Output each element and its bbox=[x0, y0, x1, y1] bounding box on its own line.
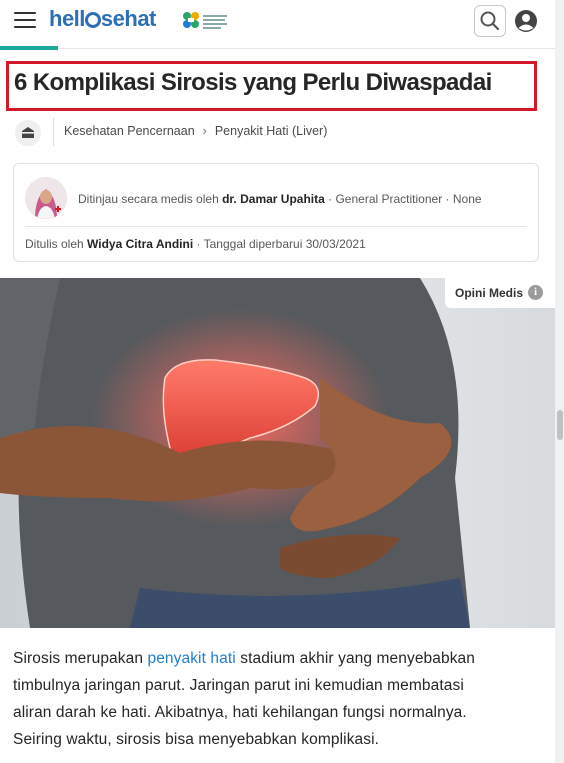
chevron-right-icon: › bbox=[202, 124, 207, 138]
reviewer-avatar-image bbox=[25, 177, 67, 219]
hellosehat-logo[interactable]: hell sehat bbox=[49, 6, 156, 32]
opini-medis-badge[interactable]: Opini Medis i bbox=[445, 278, 555, 308]
user-profile-icon[interactable] bbox=[514, 9, 538, 33]
writer-name-link[interactable]: Widya Citra Andini bbox=[87, 237, 193, 251]
body-line-1: Sirosis merupakan penyakit hati stadium … bbox=[13, 650, 475, 667]
header-divider bbox=[58, 48, 555, 49]
body-line-4: Seiring waktu, sirosis bisa menyebabkan … bbox=[13, 731, 380, 748]
search-icon bbox=[480, 11, 500, 31]
medical-reviewer-line: Ditinjau secara medis oleh dr. Damar Upa… bbox=[78, 192, 482, 206]
breadcrumb: Kesehatan Pencernaan › Penyakit Hati (Live… bbox=[64, 124, 327, 138]
search-button[interactable] bbox=[474, 5, 506, 37]
scrollbar-thumb[interactable] bbox=[557, 410, 563, 440]
info-icon[interactable]: i bbox=[528, 285, 543, 300]
page-title: 6 Komplikasi Sirosis yang Perlu Diwaspad… bbox=[14, 69, 492, 96]
body-line-2: timbulnya jaringan parut. Jaringan parut… bbox=[13, 677, 464, 694]
card-divider bbox=[25, 226, 527, 227]
scrollbar[interactable] bbox=[555, 0, 564, 763]
penyakit-hati-link[interactable]: penyakit hati bbox=[147, 650, 235, 667]
digestive-category-icon[interactable] bbox=[15, 120, 41, 146]
avatar[interactable] bbox=[25, 177, 67, 219]
breadcrumb-item-penyakit-hati[interactable]: Penyakit Hati (Liver) bbox=[215, 124, 328, 138]
breadcrumb-separator-line bbox=[53, 118, 54, 146]
header-accent-bar bbox=[0, 46, 58, 50]
article-body: Sirosis merupakan penyakit hati stadium … bbox=[13, 645, 543, 753]
kementerian-kesehatan-logo bbox=[183, 12, 227, 29]
writer-line: Ditulis oleh Widya Citra Andini · Tangga… bbox=[25, 237, 366, 251]
reviewer-name-link[interactable]: dr. Damar Upahita bbox=[222, 192, 325, 206]
breadcrumb-item-kesehatan-pencernaan[interactable]: Kesehatan Pencernaan bbox=[64, 124, 195, 138]
body-line-3: aliran darah ke hati. Akibatnya, hati ke… bbox=[13, 704, 467, 721]
site-header: hell sehat bbox=[0, 0, 555, 46]
hamburger-icon[interactable] bbox=[14, 12, 36, 30]
hero-image bbox=[0, 278, 555, 628]
